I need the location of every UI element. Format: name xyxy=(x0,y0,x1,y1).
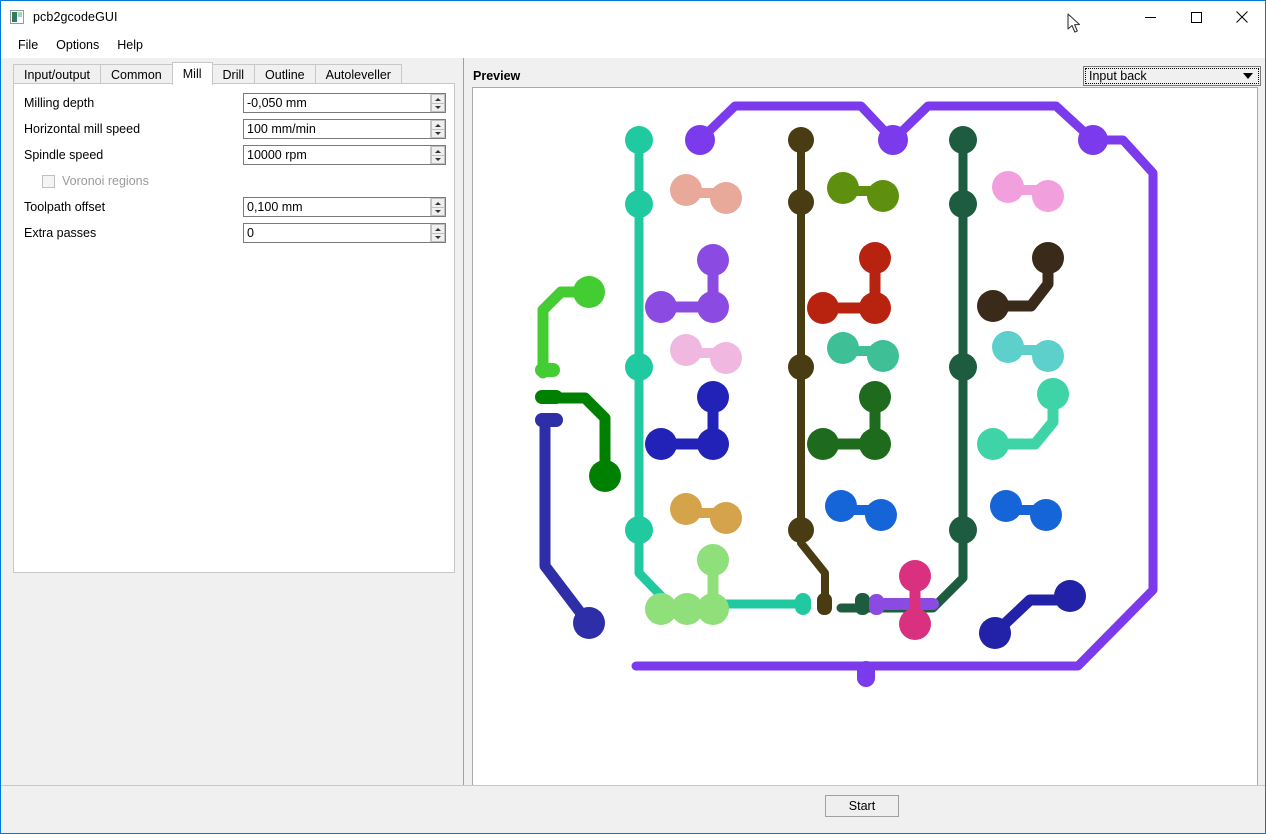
spinbox-extra-passes[interactable]: 0 xyxy=(243,223,446,243)
field-row-horizontal-mill-speed: Horizontal mill speed 100 mm/min xyxy=(14,116,454,142)
tab-common[interactable]: Common xyxy=(100,64,173,84)
spinbox-milling-depth-value[interactable]: -0,050 mm xyxy=(244,94,430,112)
layer-select-value: Input back xyxy=(1089,69,1147,83)
pcb-artwork xyxy=(473,88,1257,786)
spin-down-icon[interactable] xyxy=(431,129,445,138)
tab-input-output[interactable]: Input/output xyxy=(13,64,102,84)
minimize-button[interactable] xyxy=(1127,1,1173,33)
title-bar: pcb2gcodeGUI xyxy=(1,1,1265,33)
spinbox-horizontal-mill-speed-value[interactable]: 100 mm/min xyxy=(244,120,430,138)
tab-drill[interactable]: Drill xyxy=(211,64,256,84)
application-window: pcb2gcodeGUI File Options Help Input/out… xyxy=(0,0,1266,834)
spin-up-icon[interactable] xyxy=(431,198,445,207)
spin-up-icon[interactable] xyxy=(431,146,445,155)
field-row-milling-depth: Milling depth -0,050 mm xyxy=(14,90,454,116)
menu-help[interactable]: Help xyxy=(108,36,152,55)
settings-pane: Input/output Common Mill Drill Outline A… xyxy=(1,58,463,785)
mill-tab-panel: Milling depth -0,050 mm Horizontal mill … xyxy=(13,83,455,573)
menu-file[interactable]: File xyxy=(9,36,47,55)
spinbox-milling-depth-buttons xyxy=(430,94,445,112)
tab-outline[interactable]: Outline xyxy=(254,64,316,84)
layer-select-dropdown[interactable]: Input back xyxy=(1083,66,1261,86)
label-toolpath-offset: Toolpath offset xyxy=(24,200,106,214)
spinbox-horizontal-mill-speed-buttons xyxy=(430,120,445,138)
label-extra-passes: Extra passes xyxy=(24,226,97,240)
label-horizontal-mill-speed: Horizontal mill speed xyxy=(24,122,141,136)
tab-bar: Input/output Common Mill Drill Outline A… xyxy=(13,62,455,85)
spin-up-icon[interactable] xyxy=(431,224,445,233)
footer-bar: Start xyxy=(1,785,1265,833)
chevron-down-icon xyxy=(1243,73,1253,79)
menu-options[interactable]: Options xyxy=(47,36,108,55)
spin-up-icon[interactable] xyxy=(431,120,445,129)
spinbox-toolpath-offset-buttons xyxy=(430,198,445,216)
spin-down-icon[interactable] xyxy=(431,233,445,242)
field-row-voronoi-regions: Voronoi regions xyxy=(14,168,454,194)
spinbox-toolpath-offset[interactable]: 0,100 mm xyxy=(243,197,446,217)
close-button[interactable] xyxy=(1219,1,1265,33)
label-voronoi-regions: Voronoi regions xyxy=(62,174,149,188)
preview-title: Preview xyxy=(473,69,521,83)
spin-up-icon[interactable] xyxy=(431,94,445,103)
spinbox-spindle-speed[interactable]: 10000 rpm xyxy=(243,145,446,165)
menu-bar: File Options Help xyxy=(1,33,1265,58)
checkbox-voronoi-regions[interactable] xyxy=(42,174,55,188)
spinbox-spindle-speed-buttons xyxy=(430,146,445,164)
tab-mill[interactable]: Mill xyxy=(171,62,213,85)
spinbox-extra-passes-buttons xyxy=(430,224,445,242)
label-spindle-speed: Spindle speed xyxy=(24,148,104,162)
spin-down-icon[interactable] xyxy=(431,155,445,164)
mill-form: Milling depth -0,050 mm Horizontal mill … xyxy=(14,90,454,246)
field-row-toolpath-offset: Toolpath offset 0,100 mm xyxy=(14,194,454,220)
tab-autoleveller[interactable]: Autoleveller xyxy=(314,64,402,84)
window-title: pcb2gcodeGUI xyxy=(33,10,118,24)
pcb-preview-canvas[interactable] xyxy=(472,87,1258,787)
maximize-button[interactable] xyxy=(1173,1,1219,33)
main-content: Input/output Common Mill Drill Outline A… xyxy=(1,58,1265,787)
field-row-spindle-speed: Spindle speed 10000 rpm xyxy=(14,142,454,168)
title-bar-left: pcb2gcodeGUI xyxy=(1,10,118,24)
spinbox-toolpath-offset-value[interactable]: 0,100 mm xyxy=(244,198,430,216)
spin-down-icon[interactable] xyxy=(431,103,445,112)
window-controls xyxy=(1127,1,1265,33)
spin-down-icon[interactable] xyxy=(431,207,445,216)
spinbox-spindle-speed-value[interactable]: 10000 rpm xyxy=(244,146,430,164)
app-icon xyxy=(10,10,24,24)
spinbox-extra-passes-value[interactable]: 0 xyxy=(244,224,430,242)
field-row-extra-passes: Extra passes 0 xyxy=(14,220,454,246)
spinbox-horizontal-mill-speed[interactable]: 100 mm/min xyxy=(243,119,446,139)
label-milling-depth: Milling depth xyxy=(24,96,95,110)
spinbox-milling-depth[interactable]: -0,050 mm xyxy=(243,93,446,113)
start-button[interactable]: Start xyxy=(825,795,899,817)
preview-header: Preview Input back xyxy=(473,65,1261,87)
preview-pane: Preview Input back xyxy=(464,58,1265,787)
